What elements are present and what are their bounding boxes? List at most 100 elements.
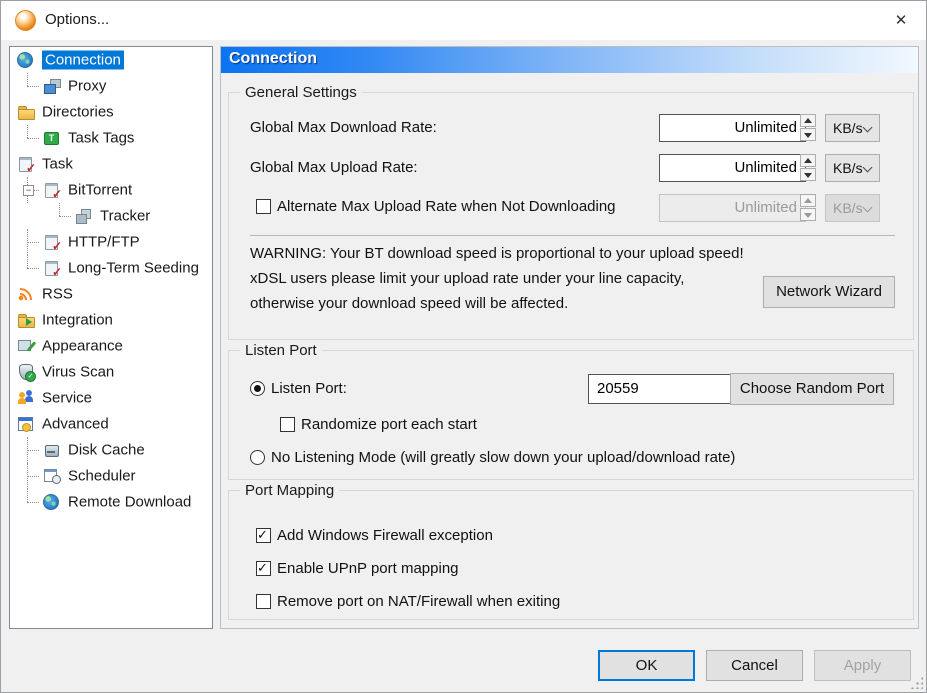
sidebar-item-label: Long-Term Seeding bbox=[68, 260, 199, 277]
download-rate-spinner[interactable] bbox=[800, 114, 816, 142]
global-max-download-rate-label: Global Max Download Rate: bbox=[250, 119, 437, 136]
alternate-rate-spinner bbox=[800, 194, 816, 222]
appearance-icon bbox=[17, 337, 35, 355]
no-listening-mode-radio[interactable] bbox=[250, 450, 265, 465]
sidebar-item-proxy[interactable]: Proxy bbox=[10, 73, 212, 99]
checkbox-label: Remove port on NAT/Firewall when exiting bbox=[277, 593, 560, 610]
sidebar-item-disk-cache[interactable]: Disk Cache bbox=[10, 437, 212, 463]
sidebar-item-label: Advanced bbox=[42, 416, 109, 433]
network-wizard-button[interactable]: Network Wizard bbox=[763, 276, 895, 308]
sidebar-item-scheduler[interactable]: Scheduler bbox=[10, 463, 212, 489]
alternate-rate-unit-select: KB/s bbox=[825, 194, 880, 222]
sidebar-item-label: BitTorrent bbox=[68, 182, 132, 199]
randomize-port-label: Randomize port each start bbox=[301, 416, 477, 433]
sidebar-item-label: Directories bbox=[42, 104, 114, 121]
upload-rate-spinner[interactable] bbox=[800, 154, 816, 182]
sidebar-item-label: Task bbox=[42, 156, 73, 173]
section-header: Connection bbox=[221, 47, 918, 73]
choose-random-port-button[interactable]: Choose Random Port bbox=[730, 373, 894, 405]
spinner-up-icon[interactable] bbox=[800, 154, 816, 167]
spinner-down-icon[interactable] bbox=[800, 168, 816, 181]
global-max-download-rate-input[interactable]: Unlimited bbox=[659, 114, 806, 142]
download-rate-unit-select[interactable]: KB/s bbox=[825, 114, 880, 142]
sidebar-item-label: Remote Download bbox=[68, 494, 191, 511]
no-listening-mode-label: No Listening Mode (will greatly slow dow… bbox=[271, 449, 735, 466]
clipboard-icon bbox=[17, 155, 35, 173]
options-dialog: Options... ✕ ConnectionProxyDirectoriesT… bbox=[0, 0, 927, 693]
tree-connector bbox=[27, 125, 28, 138]
listen-port-legend: Listen Port bbox=[240, 342, 322, 359]
spinner-up-icon[interactable] bbox=[800, 114, 816, 127]
sidebar-item-label: Tracker bbox=[100, 208, 150, 225]
remove-port-on-nat-firewall-when-exiting-checkbox[interactable] bbox=[256, 594, 271, 609]
sidebar-item-virus-scan[interactable]: Virus Scan bbox=[10, 359, 212, 385]
alternate-rate-checkbox[interactable] bbox=[256, 199, 271, 214]
sidebar-item-label: Proxy bbox=[68, 78, 106, 95]
tree-connector bbox=[27, 242, 39, 243]
sidebar-item-long-term-seeding[interactable]: Long-Term Seeding bbox=[10, 255, 212, 281]
enable-upnp-port-mapping-checkbox[interactable] bbox=[256, 561, 271, 576]
tree-connector bbox=[59, 216, 71, 217]
warning-text: WARNING: Your BT download speed is propo… bbox=[250, 241, 744, 316]
ok-button[interactable]: OK bbox=[598, 650, 695, 681]
sidebar-item-task-tags[interactable]: Task Tags bbox=[10, 125, 212, 151]
scheduler-icon bbox=[43, 467, 61, 485]
general-settings-legend: General Settings bbox=[240, 84, 362, 101]
sidebar-item-bittorrent[interactable]: − BitTorrent bbox=[10, 177, 212, 203]
tree-connector bbox=[27, 86, 39, 87]
cancel-button[interactable]: Cancel bbox=[706, 650, 803, 681]
tag-icon bbox=[43, 129, 61, 147]
sidebar-item-rss[interactable]: RSS bbox=[10, 281, 212, 307]
tree-connector bbox=[27, 268, 39, 269]
sidebar-item-label: Connection bbox=[42, 51, 124, 70]
warning-line: otherwise your download speed will be af… bbox=[250, 291, 744, 316]
randomize-port-checkbox[interactable] bbox=[280, 417, 295, 432]
tree-connector bbox=[27, 255, 28, 268]
spinner-down-icon[interactable] bbox=[800, 128, 816, 141]
page-title: Connection bbox=[229, 50, 317, 68]
tree-connector bbox=[27, 73, 28, 86]
sidebar-item-label: Virus Scan bbox=[42, 364, 114, 381]
sidebar-item-remote-download[interactable]: Remote Download bbox=[10, 489, 212, 515]
resize-grip[interactable] bbox=[910, 676, 923, 689]
warning-line: WARNING: Your BT download speed is propo… bbox=[250, 241, 744, 266]
sidebar-item-integration[interactable]: Integration bbox=[10, 307, 212, 333]
folder-arrow-icon bbox=[17, 311, 35, 329]
tree-connector bbox=[59, 203, 60, 216]
server-icon bbox=[74, 207, 92, 225]
clipboard-icon bbox=[43, 233, 61, 251]
general-settings-group: General Settings Global Max Download Rat… bbox=[228, 92, 914, 340]
spinner-up-icon bbox=[800, 194, 816, 207]
sidebar-item-http-ftp[interactable]: HTTP/FTP bbox=[10, 229, 212, 255]
sidebar-item-task[interactable]: Task bbox=[10, 151, 212, 177]
sidebar-item-appearance[interactable]: Appearance bbox=[10, 333, 212, 359]
sidebar-item-directories[interactable]: Directories bbox=[10, 99, 212, 125]
sidebar-item-label: HTTP/FTP bbox=[68, 234, 140, 251]
sidebar-item-connection[interactable]: Connection bbox=[10, 47, 212, 73]
listen-port-input[interactable]: 20559 bbox=[588, 374, 731, 404]
tree-connector bbox=[27, 489, 28, 502]
sidebar-item-advanced[interactable]: Advanced bbox=[10, 411, 212, 437]
globe-network-icon bbox=[17, 52, 33, 68]
proxy-icon bbox=[43, 77, 61, 95]
sidebar-item-label: Scheduler bbox=[68, 468, 136, 485]
upload-rate-unit-select[interactable]: KB/s bbox=[825, 154, 880, 182]
close-icon[interactable]: ✕ bbox=[890, 10, 912, 32]
tree-connector bbox=[27, 450, 39, 451]
sidebar-item-label: Appearance bbox=[42, 338, 123, 355]
sidebar-item-label: Task Tags bbox=[68, 130, 134, 147]
listen-port-group: Listen Port Listen Port: 20559 Choose Ra… bbox=[228, 350, 914, 480]
global-max-upload-rate-input[interactable]: Unlimited bbox=[659, 154, 806, 182]
divider bbox=[250, 235, 895, 236]
tree-collapse-icon[interactable]: − bbox=[23, 185, 34, 196]
shield-icon bbox=[17, 363, 35, 381]
listen-port-radio[interactable] bbox=[250, 381, 265, 396]
tree-connector bbox=[27, 138, 39, 139]
apply-button: Apply bbox=[814, 650, 911, 681]
spinner-down-icon bbox=[800, 208, 816, 221]
sidebar-item-service[interactable]: Service bbox=[10, 385, 212, 411]
arrow-icon bbox=[26, 318, 32, 326]
add-windows-firewall-exception-checkbox[interactable] bbox=[256, 528, 271, 543]
sidebar-item-tracker[interactable]: Tracker bbox=[10, 203, 212, 229]
listen-port-radio-label: Listen Port: bbox=[271, 380, 347, 397]
